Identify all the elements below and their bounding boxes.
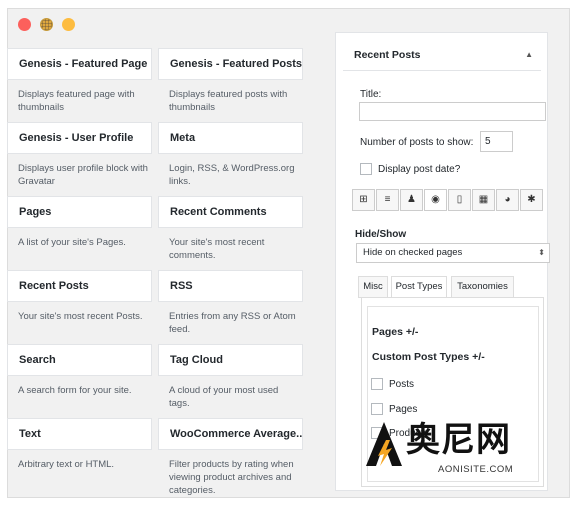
- widget-title[interactable]: Meta: [158, 122, 303, 154]
- widget-item[interactable]: Genesis - Featured Posts Displays feature…: [158, 48, 303, 114]
- watermark-subtext: AONISITE.COM: [438, 464, 514, 475]
- number-of-posts-input[interactable]: 5: [480, 131, 513, 152]
- widget-title[interactable]: Tag Cloud: [158, 344, 303, 376]
- watermark-logo-icon: [366, 422, 402, 466]
- widget-item[interactable]: RSS Entries from any RSS or Atom feed.: [158, 270, 303, 336]
- tab-taxonomies[interactable]: Taxonomies: [451, 276, 514, 298]
- widget-item[interactable]: Tag Cloud A cloud of your most used tags.: [158, 344, 303, 410]
- palette-icon[interactable]: ◕: [496, 189, 519, 211]
- widget-item[interactable]: Genesis - Featured Page Displays featured…: [7, 48, 152, 114]
- widget-title[interactable]: Search: [7, 344, 152, 376]
- watermark: 奥尼网 AONISITE.COM: [366, 418, 551, 480]
- display-date-checkbox[interactable]: [360, 163, 372, 175]
- post-type-checkbox-posts[interactable]: [371, 378, 383, 390]
- select-caret-icon: ⬍: [538, 248, 545, 257]
- post-type-label: Posts: [389, 379, 415, 390]
- widget-description: A search form for your site.: [18, 385, 132, 396]
- widget-description: Arbitrary text or HTML.: [18, 459, 115, 470]
- widget-title[interactable]: Pages: [7, 196, 152, 228]
- collapse-arrow-icon[interactable]: ▲: [525, 39, 533, 71]
- calendar-icon[interactable]: ▦: [472, 189, 495, 211]
- widget-description: Entries from any RSS or Atom feed.: [169, 311, 296, 335]
- widget-description: Your site's most recent comments.: [169, 237, 265, 261]
- post-type-label: Pages: [389, 404, 418, 415]
- phone-icon[interactable]: ▯: [448, 189, 471, 211]
- widget-title[interactable]: Genesis - Featured Posts: [158, 48, 303, 80]
- widget-description: Displays user profile block with Gravata…: [18, 163, 148, 187]
- panel-title: Recent Posts: [354, 49, 421, 61]
- widget-description: A list of your site's Pages.: [18, 237, 126, 248]
- widget-title[interactable]: Recent Posts: [7, 270, 152, 302]
- close-window-button[interactable]: [18, 18, 31, 31]
- widget-item[interactable]: Meta Login, RSS, & WordPress.org links.: [158, 122, 303, 188]
- user-icon[interactable]: ♟: [400, 189, 423, 211]
- post-type-checkbox-pages[interactable]: [371, 403, 383, 415]
- pages-toggle-heading[interactable]: Pages +/-: [372, 326, 418, 338]
- gear-icon[interactable]: ✱: [520, 189, 543, 211]
- title-input[interactable]: [359, 102, 546, 121]
- widget-item[interactable]: Recent Comments Your site's most recent c…: [158, 196, 303, 262]
- widget-item[interactable]: WooCommerce Average... Filter products by…: [158, 418, 303, 497]
- widget-title[interactable]: Recent Comments: [158, 196, 303, 228]
- hide-show-label: Hide/Show: [355, 229, 407, 240]
- table-icon[interactable]: ⊞: [352, 189, 375, 211]
- widget-item[interactable]: Text Arbitrary text or HTML.: [7, 418, 152, 471]
- title-label: Title:: [360, 89, 382, 100]
- widget-description: Displays featured page with thumbnails: [18, 89, 135, 113]
- widget-title[interactable]: WooCommerce Average...: [158, 418, 303, 450]
- watermark-text: 奥尼网: [406, 420, 511, 460]
- tab-post-types[interactable]: Post Types: [391, 276, 447, 298]
- display-date-label: Display post date?: [378, 164, 461, 175]
- tab-misc[interactable]: Misc: [358, 276, 388, 298]
- minimize-window-button[interactable]: [40, 18, 53, 31]
- widget-title[interactable]: Genesis - Featured Page: [7, 48, 152, 80]
- widget-item[interactable]: Genesis - User Profile Displays user prof…: [7, 122, 152, 188]
- widget-title[interactable]: RSS: [158, 270, 303, 302]
- widget-description: A cloud of your most used tags.: [169, 385, 279, 409]
- widget-item[interactable]: Search A search form for your site.: [7, 344, 152, 397]
- panel-header[interactable]: Recent Posts ▲: [343, 39, 541, 71]
- widget-item[interactable]: Recent Posts Your site's most recent Post…: [7, 270, 152, 323]
- widget-title[interactable]: Text: [7, 418, 152, 450]
- widget-item[interactable]: Pages A list of your site's Pages.: [7, 196, 152, 249]
- cpt-toggle-heading[interactable]: Custom Post Types +/-: [372, 351, 485, 363]
- widget-title[interactable]: Genesis - User Profile: [7, 122, 152, 154]
- widget-description: Displays featured posts with thumbnails: [169, 89, 288, 113]
- number-of-posts-label: Number of posts to show:: [360, 137, 474, 148]
- widget-description: Login, RSS, & WordPress.org links.: [169, 163, 295, 187]
- hide-show-value: Hide on checked pages: [363, 247, 463, 258]
- hide-show-select[interactable]: Hide on checked pages ⬍: [356, 243, 550, 263]
- widget-description: Your site's most recent Posts.: [18, 311, 143, 322]
- visibility-icon-tabs: ⊞ ≡ ♟ ◉ ▯ ▦ ◕ ✱: [352, 189, 544, 211]
- widget-description: Filter products by rating when viewing p…: [169, 459, 294, 496]
- align-center-icon[interactable]: ≡: [376, 189, 399, 211]
- eye-icon[interactable]: ◉: [424, 189, 447, 211]
- maximize-window-button[interactable]: [62, 18, 75, 31]
